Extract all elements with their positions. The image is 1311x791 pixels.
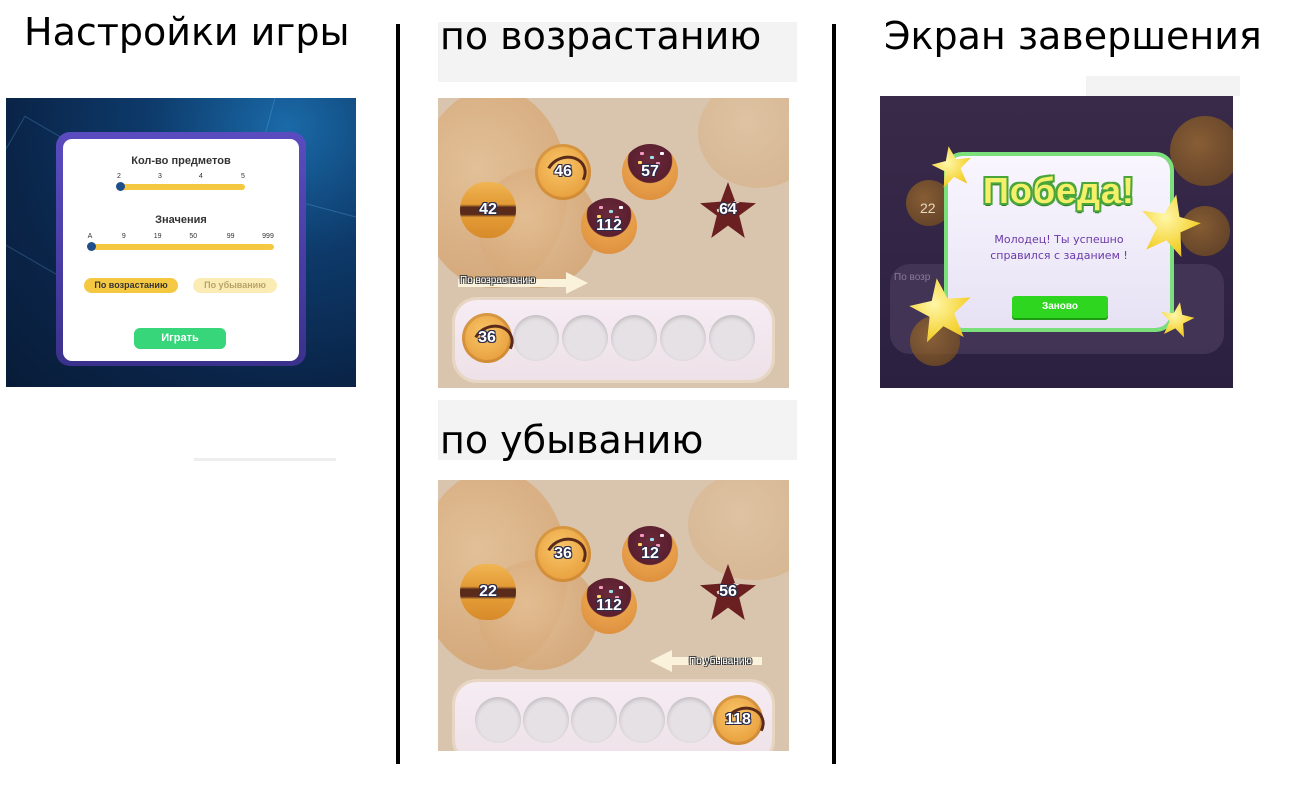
- placed-value: 118: [725, 711, 751, 728]
- background-value: 22: [920, 200, 936, 216]
- values-tick: 99: [226, 233, 235, 240]
- settings-card: Кол-во предметов 2 3 4 5 Значения A 9 19…: [63, 139, 299, 361]
- tray-slot[interactable]: [562, 315, 608, 361]
- items-count-label: Кол-во предметов: [131, 155, 231, 167]
- item-value: 57: [641, 163, 659, 180]
- swirl-cookie-icon[interactable]: 36: [462, 313, 512, 363]
- items-ticks: 2 3 4 5: [117, 173, 245, 183]
- values-tick: 999: [262, 233, 274, 240]
- play-button[interactable]: Играть: [134, 328, 226, 349]
- values-label: Значения: [155, 214, 207, 226]
- item-value: 46: [554, 163, 572, 180]
- values-tick: 50: [189, 233, 198, 240]
- chocolate-star-icon[interactable]: 64: [700, 182, 756, 238]
- items-tick: 2: [117, 173, 121, 180]
- values-slider-knob[interactable]: [87, 242, 96, 251]
- direction-hint: По убыванию: [689, 656, 752, 667]
- win-screen: 22 По возр Победа! Молодец! Ты успешно с…: [880, 96, 1233, 388]
- settings-card-frame: Кол-во предметов 2 3 4 5 Значения A 9 19…: [56, 132, 306, 366]
- tray-slot[interactable]: [611, 315, 657, 361]
- items-tick: 3: [157, 173, 162, 180]
- direction-hint: По возрастанию: [460, 275, 536, 286]
- tray-slot[interactable]: [709, 315, 755, 361]
- heading-backdrop: [1086, 76, 1240, 96]
- tray-slot[interactable]: [619, 697, 665, 743]
- ascending-order-button[interactable]: По возрастанию: [84, 278, 178, 293]
- settings-heading: Настройки игры: [24, 10, 350, 54]
- tray-slot[interactable]: [475, 697, 521, 743]
- chocolate-muffin-icon[interactable]: 112: [581, 198, 637, 254]
- ascending-heading: по возрастанию: [440, 14, 762, 58]
- chocolate-star-icon[interactable]: 56: [700, 564, 756, 620]
- values-tick: 9: [121, 233, 126, 240]
- swirl-cookie-icon[interactable]: 46: [535, 144, 591, 200]
- tray-slot[interactable]: [513, 315, 559, 361]
- item-value: 42: [479, 201, 497, 218]
- item-value: 64: [719, 201, 737, 218]
- tray-slot[interactable]: [667, 697, 713, 743]
- item-value: 112: [596, 217, 622, 234]
- item-value: 22: [479, 583, 497, 600]
- background-hint: По возр: [894, 272, 931, 283]
- values-tick: A: [87, 233, 93, 240]
- chocolate-muffin-icon[interactable]: 57: [622, 144, 678, 200]
- item-value: 56: [719, 583, 737, 600]
- item-value: 12: [641, 545, 659, 562]
- answer-tray: 118: [455, 682, 772, 751]
- descending-order-button[interactable]: По убыванию: [193, 278, 277, 293]
- answer-tray: 36: [455, 300, 772, 380]
- victory-dialog: Победа! Молодец! Ты успешно справился с …: [948, 156, 1170, 328]
- item-value: 112: [596, 597, 622, 614]
- finish-heading: Экран завершения: [884, 14, 1262, 58]
- placed-value: 36: [478, 329, 496, 346]
- items-tick: 4: [198, 173, 203, 180]
- ascending-game-screen: 46 57 42 112 64 По возрастанию 36: [438, 98, 789, 388]
- item-value: 36: [554, 545, 572, 562]
- swirl-cookie-icon[interactable]: 118: [713, 695, 763, 745]
- values-ticks: A 9 19 50 99 999: [87, 233, 274, 243]
- swirl-cookie-icon[interactable]: 36: [535, 526, 591, 582]
- restart-button[interactable]: Заново: [1012, 296, 1108, 318]
- items-slider[interactable]: [116, 182, 245, 191]
- items-slider-knob[interactable]: [116, 182, 125, 191]
- items-tick: 5: [241, 173, 245, 180]
- tray-slot[interactable]: [523, 697, 569, 743]
- victory-title: Победа!: [983, 170, 1135, 211]
- faint-divider: [194, 458, 336, 461]
- values-slider[interactable]: [87, 242, 274, 251]
- victory-message: Молодец! Ты успешно справился с заданием…: [990, 233, 1128, 262]
- tray-slot[interactable]: [660, 315, 706, 361]
- descending-game-screen: 36 12 22 112 56 По убыванию 118: [438, 480, 789, 751]
- tray-slot[interactable]: [571, 697, 617, 743]
- divider-right: [832, 24, 836, 764]
- chocolate-muffin-icon[interactable]: 12: [622, 526, 678, 582]
- divider-left: [396, 24, 400, 764]
- macaron-icon[interactable]: 22: [460, 564, 516, 620]
- settings-screen: Кол-во предметов 2 3 4 5 Значения A 9 19…: [6, 98, 356, 387]
- macaron-icon[interactable]: 42: [460, 182, 516, 238]
- descending-heading: по убыванию: [440, 418, 704, 462]
- chocolate-muffin-icon[interactable]: 112: [581, 578, 637, 634]
- values-tick: 19: [153, 233, 162, 240]
